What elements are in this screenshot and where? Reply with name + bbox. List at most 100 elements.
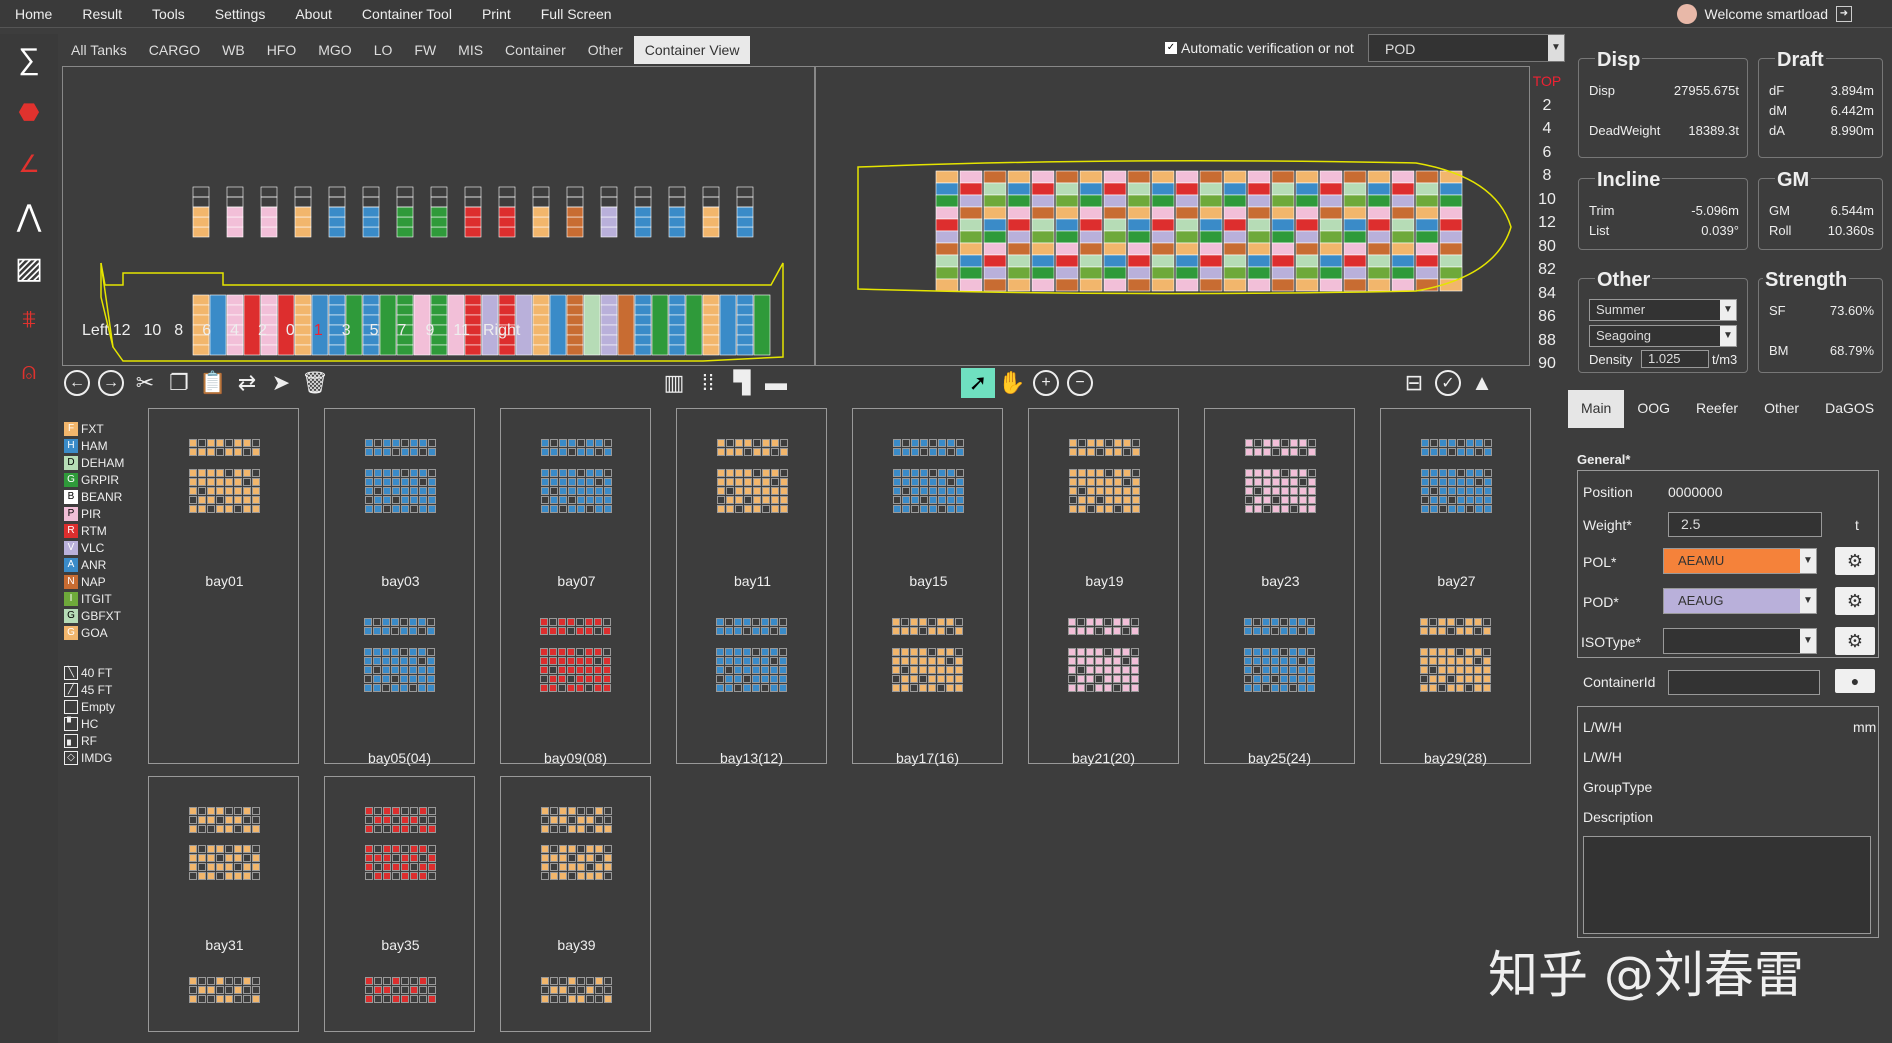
slot[interactable] (559, 845, 567, 853)
container-block[interactable] (464, 196, 482, 208)
slot[interactable] (1271, 675, 1279, 683)
slot[interactable] (252, 478, 260, 486)
slot[interactable] (910, 657, 918, 665)
slot[interactable] (410, 986, 418, 994)
slot[interactable] (594, 657, 602, 665)
container-block[interactable] (498, 294, 516, 306)
tab-oog[interactable]: OOG (1624, 390, 1683, 428)
slot[interactable] (541, 977, 549, 985)
slot[interactable] (382, 627, 390, 635)
container-block[interactable] (1223, 218, 1247, 232)
container-block[interactable] (1151, 218, 1175, 232)
slot[interactable] (761, 666, 769, 674)
slot[interactable] (189, 825, 197, 833)
container-block[interactable] (1151, 182, 1175, 196)
container-block[interactable] (1391, 266, 1415, 280)
container-block[interactable] (736, 324, 754, 336)
slot[interactable] (1438, 648, 1446, 656)
slot[interactable] (919, 666, 927, 674)
slot[interactable] (1077, 627, 1085, 635)
slot[interactable] (428, 825, 436, 833)
ship-plan-view[interactable] (815, 66, 1530, 366)
ship-top-icon[interactable]: ⬣ (0, 86, 58, 138)
slot[interactable] (365, 872, 373, 880)
slot[interactable] (1077, 675, 1085, 683)
container-block[interactable] (1439, 182, 1463, 196)
slot[interactable] (364, 648, 372, 656)
container-block[interactable] (1223, 230, 1247, 244)
container-block[interactable] (702, 294, 720, 306)
container-block[interactable] (566, 304, 584, 316)
slot[interactable] (383, 816, 391, 824)
slot[interactable] (1456, 618, 1464, 626)
container-block[interactable] (1415, 242, 1439, 256)
slot[interactable] (1262, 666, 1270, 674)
slot[interactable] (559, 807, 567, 815)
slot[interactable] (1280, 675, 1288, 683)
tab-hfo[interactable]: HFO (256, 36, 308, 64)
slot[interactable] (207, 505, 215, 513)
container-block[interactable] (1103, 254, 1127, 268)
container-block[interactable] (1367, 218, 1391, 232)
slot[interactable] (234, 807, 242, 815)
slot[interactable] (892, 648, 900, 656)
container-block[interactable] (1343, 194, 1367, 208)
container-block[interactable] (634, 344, 652, 356)
slot[interactable] (1298, 666, 1306, 674)
slot[interactable] (946, 627, 954, 635)
slot[interactable] (400, 618, 408, 626)
slot[interactable] (577, 872, 585, 880)
slot[interactable] (252, 448, 260, 456)
container-block[interactable] (1391, 230, 1415, 244)
container-block[interactable] (192, 344, 210, 356)
slot[interactable] (928, 648, 936, 656)
slot[interactable] (1068, 648, 1076, 656)
slot[interactable] (604, 872, 612, 880)
container-block[interactable] (1103, 206, 1127, 220)
slot[interactable] (410, 816, 418, 824)
container-block[interactable] (1007, 278, 1031, 292)
container-block[interactable] (736, 216, 754, 228)
slot[interactable] (225, 863, 233, 871)
slot[interactable] (576, 666, 584, 674)
slot[interactable] (189, 986, 197, 994)
slot[interactable] (937, 675, 945, 683)
container-block[interactable] (362, 196, 380, 208)
slot[interactable] (550, 986, 558, 994)
description-textarea[interactable] (1583, 836, 1871, 934)
slot[interactable] (1095, 666, 1103, 674)
container-block[interactable] (532, 186, 550, 198)
slot[interactable] (401, 825, 409, 833)
bay-grid[interactable] (1420, 618, 1491, 635)
paste-icon[interactable]: 📋 (196, 368, 230, 398)
slot[interactable] (541, 825, 549, 833)
slot[interactable] (594, 618, 602, 626)
container-block[interactable] (1127, 278, 1151, 292)
delete-icon[interactable]: 🗑 (298, 368, 332, 398)
slot[interactable] (1465, 684, 1473, 692)
slot[interactable] (779, 675, 787, 683)
slot[interactable] (391, 627, 399, 635)
slot[interactable] (1420, 627, 1428, 635)
slot[interactable] (1077, 648, 1085, 656)
slot[interactable] (1429, 627, 1437, 635)
slot[interactable] (383, 825, 391, 833)
slot[interactable] (1438, 684, 1446, 692)
slot[interactable] (225, 807, 233, 815)
container-block[interactable] (1007, 266, 1031, 280)
slot[interactable] (1253, 684, 1261, 692)
slot[interactable] (1077, 618, 1085, 626)
curve-chart-icon[interactable]: ∠ (0, 138, 58, 190)
bay-grid[interactable] (189, 469, 260, 513)
slot[interactable] (604, 995, 612, 1003)
container-block[interactable] (668, 226, 686, 238)
slot[interactable] (225, 977, 233, 985)
slot[interactable] (391, 684, 399, 692)
slot[interactable] (365, 816, 373, 824)
slot[interactable] (1298, 648, 1306, 656)
container-block[interactable] (600, 196, 618, 208)
slot[interactable] (364, 675, 372, 683)
slot[interactable] (1429, 666, 1437, 674)
slot[interactable] (779, 666, 787, 674)
grid-view-icon[interactable]: ⁞⁞ (691, 368, 725, 398)
